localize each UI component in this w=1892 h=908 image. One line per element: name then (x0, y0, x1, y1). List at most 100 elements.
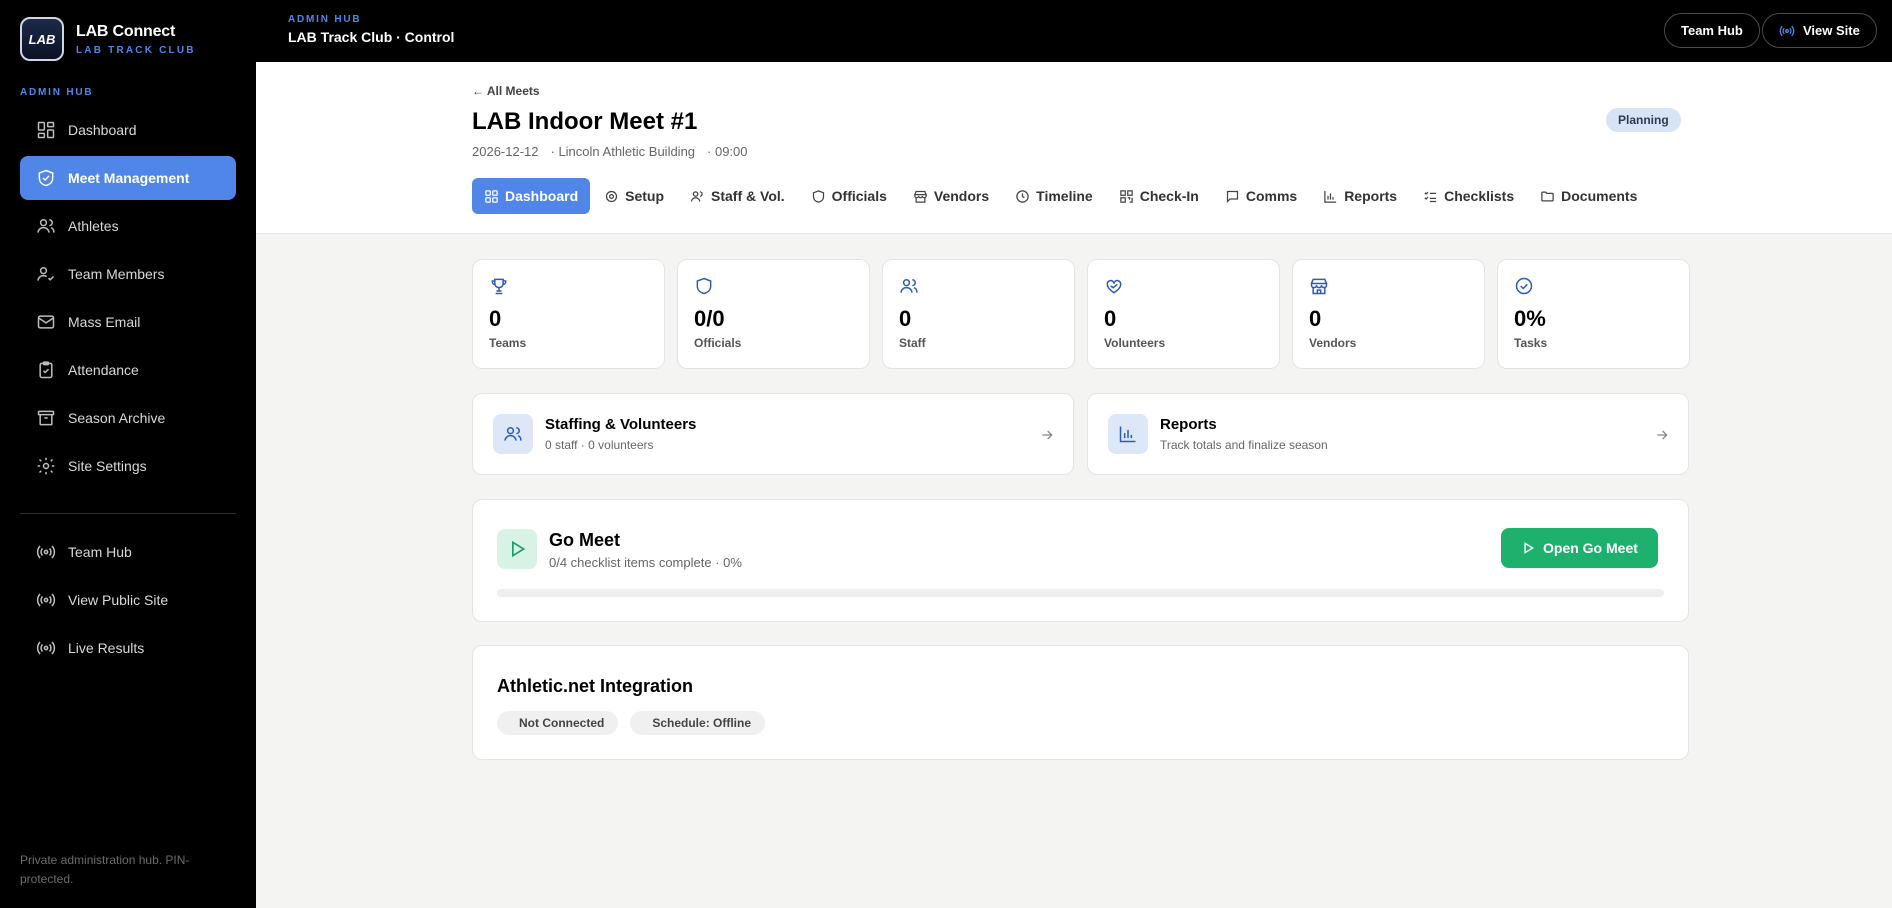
list-check-icon (1424, 191, 1437, 202)
meet-header: ← All Meets LAB Indoor Meet #1 2026-12-1… (256, 62, 1892, 234)
stat-label: Officials (694, 336, 742, 350)
dashboard-icon (485, 189, 498, 203)
archive-icon (37, 410, 55, 426)
stat-value: 0 (1104, 306, 1117, 331)
sidebar-item-label: Season Archive (68, 410, 166, 426)
tab-check-in[interactable]: Check-In (1107, 178, 1211, 214)
meet-location: · Lincoln Athletic Building (550, 144, 696, 159)
meet-time: · 09:00 (707, 144, 748, 159)
sidebar-item-dashboard[interactable]: Dashboard (20, 108, 236, 152)
store-icon (914, 190, 927, 203)
topbar-title: LAB Track Club · Control (288, 29, 455, 45)
sidebar-item-team-hub[interactable]: Team Hub (20, 530, 236, 574)
sidebar-item-label: Dashboard (68, 122, 137, 138)
tab-vendors[interactable]: Vendors (901, 178, 1001, 214)
heart-hand-icon (1106, 279, 1122, 294)
sidebar-item-season-archive[interactable]: Season Archive (20, 396, 236, 440)
meet-date: 2026-12-12 (472, 144, 539, 159)
broadcast-icon (1779, 25, 1795, 36)
stat-label: Tasks (1514, 336, 1548, 350)
stat-value: 0 (1309, 306, 1322, 331)
user-check-icon (37, 267, 55, 281)
reports-card-title: Reports (1160, 416, 1217, 433)
sidebar-item-meet-management[interactable]: Meet Management (20, 156, 236, 200)
broadcast-icon (36, 641, 56, 655)
users-icon (690, 190, 703, 202)
bar-chart-icon (1324, 190, 1337, 203)
arrow-right-icon (1042, 430, 1053, 440)
tab-comms[interactable]: Comms (1213, 178, 1309, 214)
sidebar-item-team-members[interactable]: Team Members (20, 252, 236, 296)
shield-icon (696, 277, 712, 295)
check-circle-icon (1515, 277, 1533, 295)
mail-icon (37, 315, 55, 329)
tab-documents[interactable]: Documents (1528, 178, 1649, 214)
sidebar-item-label: Live Results (68, 640, 145, 656)
stat-value: 0 (489, 306, 502, 331)
sidebar-nav: Dashboard Meet Management Athletes Team … (20, 108, 236, 492)
sidebar-item-attendance[interactable]: Attendance (20, 348, 236, 392)
stat-card-officials: 0/0 Officials (677, 259, 870, 369)
staffing-card-icon-wrap (493, 414, 533, 454)
sidebar-item-live-results[interactable]: Live Results (20, 626, 236, 670)
tab-label: Comms (1245, 188, 1298, 204)
sidebar-item-athletes[interactable]: Athletes (20, 204, 236, 248)
tab-dashboard[interactable]: Dashboard (472, 178, 591, 214)
folder-icon (1541, 191, 1554, 201)
reports-card[interactable]: Reports Track totals and finalize season (1087, 393, 1689, 475)
brand-logo: LAB (20, 17, 64, 61)
users-icon (37, 219, 55, 233)
page-title: LAB Indoor Meet #1 (472, 108, 698, 135)
stat-card-teams: 0 Teams (472, 259, 665, 369)
view-site-button[interactable]: View Site (1762, 13, 1877, 48)
go-meet-progress-bar (497, 589, 1664, 597)
tab-staff-vol[interactable]: Staff & Vol. (678, 178, 797, 214)
stat-label: Volunteers (1104, 336, 1166, 350)
staffing-volunteers-card[interactable]: Staffing & Volunteers 0 staff · 0 volunt… (472, 393, 1074, 475)
view-site-button-label: View Site (1803, 23, 1860, 38)
stat-card-staff: 0 Staff (882, 259, 1075, 369)
store-icon (1310, 278, 1328, 295)
sidebar: LAB LAB Connect LAB TRACK CLUB ADMIN HUB… (0, 0, 256, 908)
shield-check-icon (38, 169, 54, 187)
sidebar-section-label: ADMIN HUB (20, 87, 94, 98)
tab-reports[interactable]: Reports (1311, 178, 1409, 214)
stat-label: Teams (489, 336, 527, 350)
stat-card-volunteers: 0 Volunteers (1087, 259, 1280, 369)
integration-badges: Not Connected Schedule: Offline (497, 711, 777, 735)
users-icon (504, 427, 522, 441)
stat-card-tasks: 0% Tasks (1497, 259, 1690, 369)
tab-label: Reports (1344, 188, 1398, 204)
meet-tabs: Dashboard Setup Staff & Vol. Officials V… (472, 178, 1651, 214)
go-meet-icon-wrap (497, 529, 537, 569)
team-hub-button[interactable]: Team Hub (1664, 13, 1760, 48)
tab-officials[interactable]: Officials (799, 178, 899, 214)
athletic-net-integration-card: Athletic.net Integration Not Connected S… (472, 645, 1689, 760)
staffing-card-title: Staffing & Volunteers (545, 416, 697, 433)
broadcast-icon (36, 545, 56, 559)
sidebar-item-site-settings[interactable]: Site Settings (20, 444, 236, 488)
tab-timeline[interactable]: Timeline (1003, 178, 1105, 214)
tab-setup[interactable]: Setup (592, 178, 676, 214)
stat-value: 0/0 (694, 306, 725, 331)
stats-row: 0 Teams 0/0 Officials 0 Staff 0 Voluntee… (472, 259, 1690, 369)
tab-label: Check-In (1139, 188, 1199, 204)
play-icon (1524, 542, 1535, 554)
stat-value: 0 (899, 306, 912, 331)
sidebar-item-mass-email[interactable]: Mass Email (20, 300, 236, 344)
brand[interactable]: LAB LAB Connect LAB TRACK CLUB (20, 17, 196, 61)
integration-title: Athletic.net Integration (497, 676, 694, 696)
sidebar-item-view-public-site[interactable]: View Public Site (20, 578, 236, 622)
gear-icon (606, 190, 618, 202)
sidebar-item-label: Meet Management (68, 170, 190, 186)
tab-label: Staff & Vol. (711, 188, 785, 204)
go-meet-card: Go Meet 0/4 checklist items complete · 0… (472, 499, 1689, 622)
tab-label: Checklists (1444, 188, 1515, 204)
open-go-meet-button[interactable]: Open Go Meet (1501, 528, 1658, 568)
go-meet-subtitle: 0/4 checklist items complete · 0% (549, 555, 742, 570)
staffing-card-subtitle: 0 staff · 0 volunteers (545, 438, 654, 452)
all-meets-link[interactable]: ← All Meets (472, 84, 540, 98)
stat-label: Staff (899, 336, 926, 350)
arrow-right-icon (1657, 430, 1668, 440)
tab-checklists[interactable]: Checklists (1411, 178, 1526, 214)
